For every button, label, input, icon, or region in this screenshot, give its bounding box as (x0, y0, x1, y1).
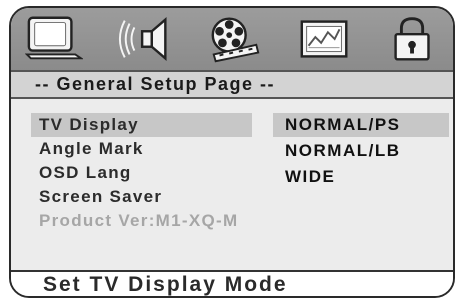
osd-screen: -- General Setup Page -- TV Display Angl… (9, 6, 455, 298)
setup-icon-bar (11, 8, 453, 70)
menu-item-osd-lang[interactable]: OSD Lang (31, 161, 140, 185)
lock-icon[interactable] (384, 14, 442, 64)
settings-menu: TV Display Angle Mark OSD Lang Screen Sa… (11, 99, 453, 270)
option-normal-lb[interactable]: NORMAL/LB (273, 139, 412, 163)
option-wide[interactable]: WIDE (273, 165, 347, 189)
page-title-bar: -- General Setup Page -- (11, 70, 453, 99)
product-version: Product Ver:M1-XQ-M (39, 211, 239, 230)
menu-item-screen-saver[interactable]: Screen Saver (31, 185, 170, 209)
chart-icon[interactable] (296, 14, 354, 64)
option-normal-ps[interactable]: NORMAL/PS (273, 113, 449, 137)
menu-item-angle-mark[interactable]: Angle Mark (31, 137, 152, 161)
page-title: -- General Setup Page -- (35, 74, 276, 94)
speaker-icon[interactable] (117, 14, 175, 64)
status-bar: Set TV Display Mode (11, 270, 453, 296)
menu-item-tv-display[interactable]: TV Display (31, 113, 252, 137)
status-text: Set TV Display Mode (43, 273, 288, 296)
film-reel-icon[interactable] (206, 14, 264, 64)
tv-icon[interactable] (25, 14, 83, 64)
